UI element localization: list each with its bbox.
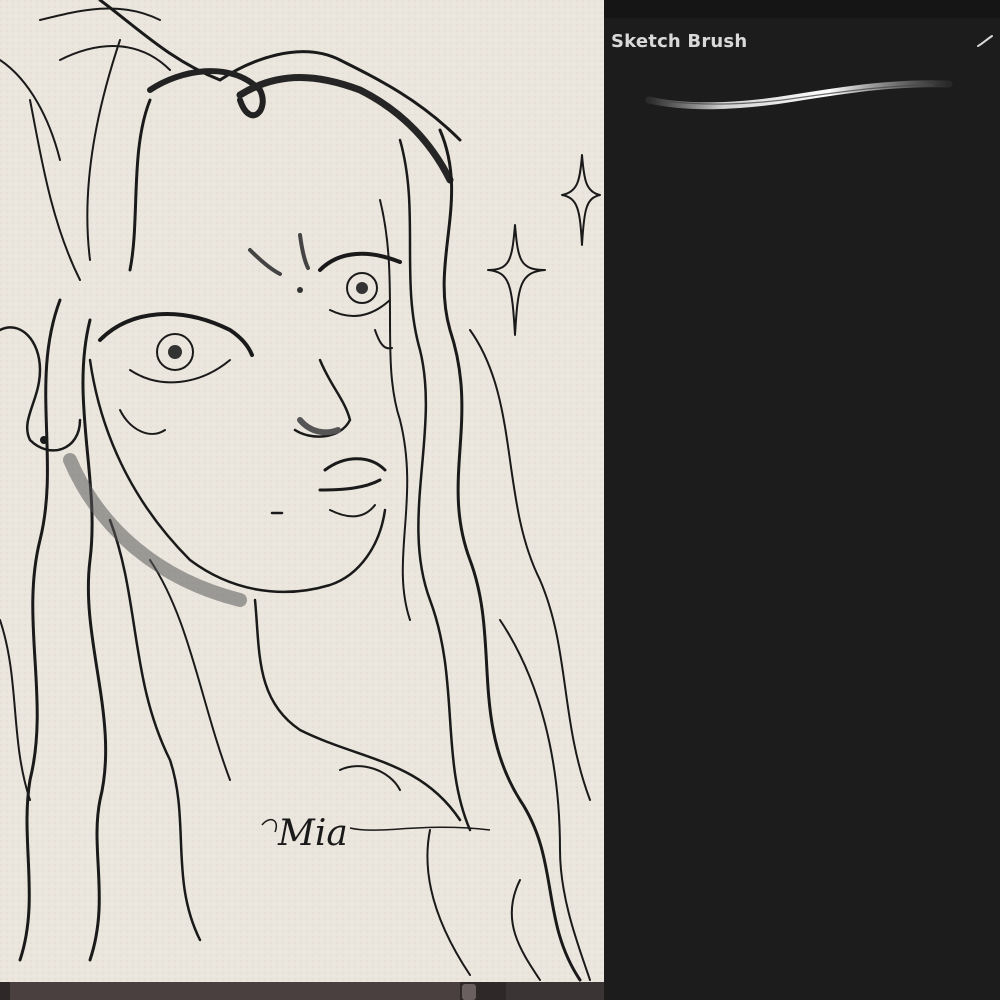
- brush-library-panel: Sketch Brush: [604, 0, 1000, 1000]
- bottom-bar-track[interactable]: [10, 982, 460, 1000]
- sketch-artwork: Mia: [0, 0, 604, 982]
- brush-name-label: Sketch Brush: [611, 31, 748, 52]
- brush-item-sketch-brush[interactable]: Sketch Brush: [604, 18, 1000, 122]
- bottom-bar: [0, 982, 604, 1000]
- brush-stroke-preview: [645, 80, 953, 110]
- bottom-bar-right-segment: [506, 982, 604, 1000]
- drawing-canvas[interactable]: Mia: [0, 0, 604, 982]
- bottom-bar-handle[interactable]: [462, 984, 476, 1000]
- procreate-app: Mia Sketch Brush: [0, 0, 1000, 1000]
- signature-text: Mia: [277, 813, 348, 854]
- panel-top-band: [604, 0, 1000, 18]
- brush-stroke-icon: [977, 35, 993, 47]
